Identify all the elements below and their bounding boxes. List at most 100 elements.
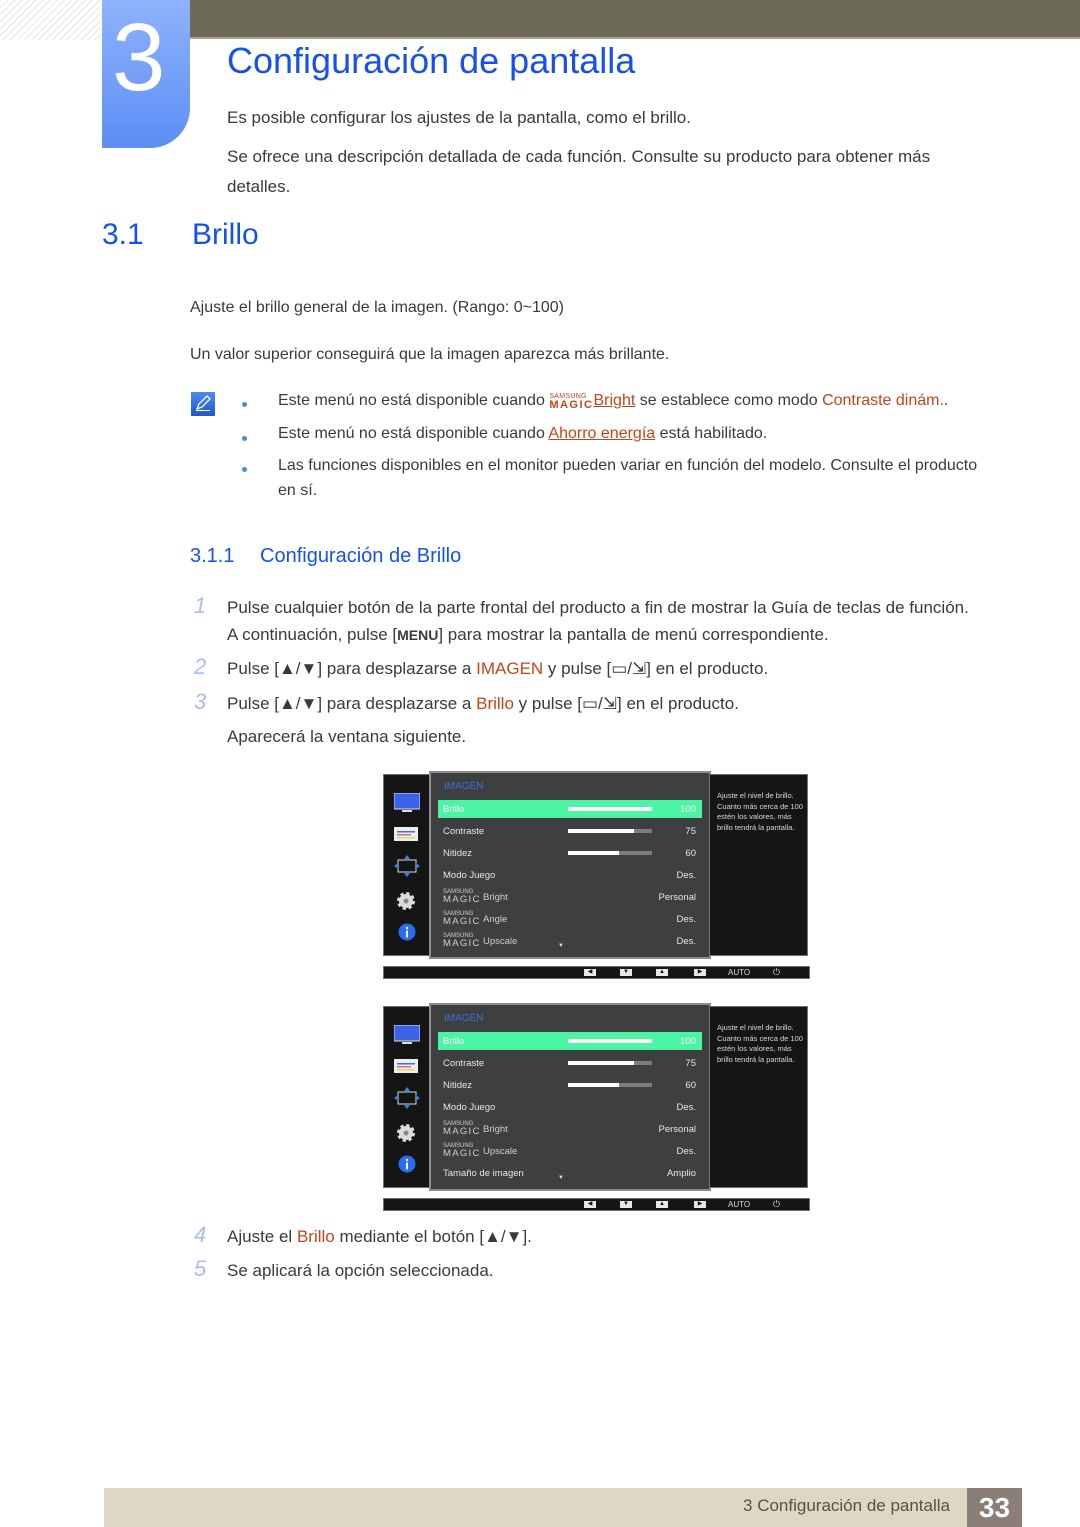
brightness-slider[interactable]: [568, 1039, 652, 1043]
row-value: 60: [685, 1080, 696, 1091]
row-value: 60: [685, 848, 696, 859]
picture-monitor-icon: [394, 793, 420, 812]
magic-bottom: MAGIC: [443, 916, 481, 927]
section-desc-2: Un valor superior conseguirá que la imag…: [190, 346, 670, 363]
magic-bottom: MAGIC: [443, 894, 481, 905]
step-number: 2: [194, 654, 207, 679]
row-value: Des.: [676, 914, 696, 925]
osd-help-panel: Ajuste el nivel de brillo. Cuanto más ce…: [709, 1006, 808, 1188]
osd-row-modo-juego[interactable]: Modo Juego Des.: [438, 1098, 702, 1116]
row-value: Des.: [676, 1102, 696, 1113]
row-value: Personal: [658, 1124, 697, 1135]
right-key-icon[interactable]: ▶: [694, 969, 706, 976]
step-text: Pulse [▲/▼] para desplazarse a: [227, 659, 472, 678]
brillo-highlight: Brillo: [296, 1227, 335, 1246]
magic-bright-link[interactable]: Bright: [593, 392, 635, 409]
intro-text-2b: detalles.: [227, 177, 291, 196]
scroll-down-icon[interactable]: ▼: [558, 1175, 564, 1181]
intro-text-2a: Se ofrece una descripción detallada de c…: [227, 147, 931, 166]
step-1-line-2: A continuación, pulse [MENU] para mostra…: [227, 625, 829, 645]
osd-row-nitidez[interactable]: Nitidez 60: [438, 1076, 702, 1094]
step-text: Ajuste el: [227, 1227, 293, 1246]
osd-category-label: IMAGEN: [444, 781, 484, 792]
power-icon[interactable]: ⏻: [773, 967, 780, 978]
note-text: .: [943, 392, 949, 410]
step-5: Se aplicará la opción seleccionada.: [227, 1261, 494, 1280]
up-key-icon[interactable]: ▲: [656, 969, 668, 976]
osd-row-brillo[interactable]: Brillo 100: [438, 800, 702, 818]
step-2: Pulse [▲/▼] para desplazarse a IMAGEN y …: [227, 659, 768, 679]
note-text: Este menú no está disponible cuando: [278, 425, 545, 442]
magic-bottom: MAGIC: [443, 1126, 481, 1137]
row-value: 75: [685, 826, 696, 837]
row-label: Bright: [483, 892, 508, 903]
osd-row-tamano-imagen[interactable]: Tamaño de imagen Amplio: [438, 1164, 702, 1182]
chapter-number: 3: [112, 4, 166, 111]
osd-row-nitidez[interactable]: Nitidez 60: [438, 844, 702, 862]
step-number: 5: [194, 1256, 207, 1281]
size-position-icon: [394, 1087, 420, 1109]
osd-row-brillo[interactable]: Brillo 100: [438, 1032, 702, 1050]
osd-help-panel: Ajuste el nivel de brillo. Cuanto más ce…: [709, 774, 808, 956]
ahorro-energia-link[interactable]: Ahorro energía: [548, 425, 655, 442]
bullet-icon: [242, 467, 247, 472]
information-icon: [398, 923, 416, 941]
step-text: y pulse [: [547, 659, 612, 678]
magic-logo: SAMSUNG MAGIC: [549, 392, 594, 411]
note-item-3a: Las funciones disponibles en el monitor …: [278, 457, 978, 474]
osd-screenshot-1: IMAGEN Brillo 100 Contraste 75 Nitidez 60 M…: [383, 771, 810, 981]
brillo-highlight: Brillo: [476, 694, 514, 713]
row-label: Brillo: [443, 804, 465, 815]
left-key-icon[interactable]: ◀: [584, 1201, 596, 1208]
row-label: Bright: [483, 1124, 508, 1135]
row-label: Contraste: [443, 826, 485, 837]
step-3-line-2: Aparecerá la ventana siguiente.: [227, 727, 467, 746]
section-desc-1: Ajuste el brillo general de la imagen. (…: [190, 299, 565, 316]
osd-row-contraste[interactable]: Contraste 75: [438, 822, 702, 840]
osd-row-contraste[interactable]: Contraste 75: [438, 1054, 702, 1072]
osd-sidebar: [383, 1006, 431, 1188]
row-label: Modo Juego: [443, 870, 496, 881]
row-value: Des.: [676, 936, 696, 947]
chapter-header-bar: [190, 0, 1080, 39]
osd-key-guide: ◀ ▼ ▲ ▶ AUTO ⏻: [383, 966, 810, 979]
power-icon[interactable]: ⏻: [773, 1199, 780, 1210]
row-label: Angle: [483, 914, 508, 925]
osd-row-magic-upscale[interactable]: SAMSUNG MAGIC Upscale Des.: [438, 1142, 702, 1160]
left-key-icon[interactable]: ◀: [584, 969, 596, 976]
intro-text-1: Es posible configurar los ajustes de la …: [227, 108, 691, 127]
subsection-number: 3.1.1: [190, 545, 235, 567]
down-key-icon[interactable]: ▼: [620, 969, 632, 976]
size-position-icon: [394, 855, 420, 877]
step-1-line-1: Pulse cualquier botón de la parte fronta…: [227, 598, 969, 617]
osd-row-modo-juego[interactable]: Modo Juego Des.: [438, 866, 702, 884]
down-key-icon[interactable]: ▼: [620, 1201, 632, 1208]
page-footer: 3 Configuración de pantalla 33: [104, 1488, 1022, 1527]
brightness-slider[interactable]: [568, 807, 652, 811]
osd-main-panel: IMAGEN Brillo 100 Contraste 75 Nitidez 60 M…: [429, 771, 711, 959]
step-text: mediante el botón [▲/▼].: [339, 1227, 532, 1246]
row-value: Personal: [658, 892, 697, 903]
auto-key[interactable]: AUTO: [728, 967, 750, 978]
row-value: Des.: [676, 870, 696, 881]
osd-row-magic-bright[interactable]: SAMSUNG MAGIC Bright Personal: [438, 1120, 702, 1138]
color-icon: [394, 827, 418, 841]
row-label: Nitidez: [443, 848, 473, 859]
menu-key-label: MENU: [397, 627, 439, 643]
magic-bottom: MAGIC: [549, 399, 594, 411]
sharpness-slider[interactable]: [568, 851, 652, 855]
step-number: 1: [194, 593, 207, 618]
osd-row-magic-upscale[interactable]: SAMSUNG MAGIC Upscale Des.: [438, 932, 702, 950]
osd-row-magic-angle[interactable]: SAMSUNG MAGIC Angle Des.: [438, 910, 702, 928]
sharpness-slider[interactable]: [568, 1083, 652, 1087]
contrast-slider[interactable]: [568, 1061, 652, 1065]
auto-key[interactable]: AUTO: [728, 1199, 750, 1210]
contrast-slider[interactable]: [568, 829, 652, 833]
up-key-icon[interactable]: ▲: [656, 1201, 668, 1208]
subsection-title: Configuración de Brillo: [260, 545, 462, 567]
chapter-title: Configuración de pantalla: [227, 40, 636, 81]
magic-logo: SAMSUNG MAGIC Upscale: [443, 933, 517, 949]
right-key-icon[interactable]: ▶: [694, 1201, 706, 1208]
osd-row-magic-bright[interactable]: SAMSUNG MAGIC Bright Personal: [438, 888, 702, 906]
scroll-down-icon[interactable]: ▼: [558, 943, 564, 949]
